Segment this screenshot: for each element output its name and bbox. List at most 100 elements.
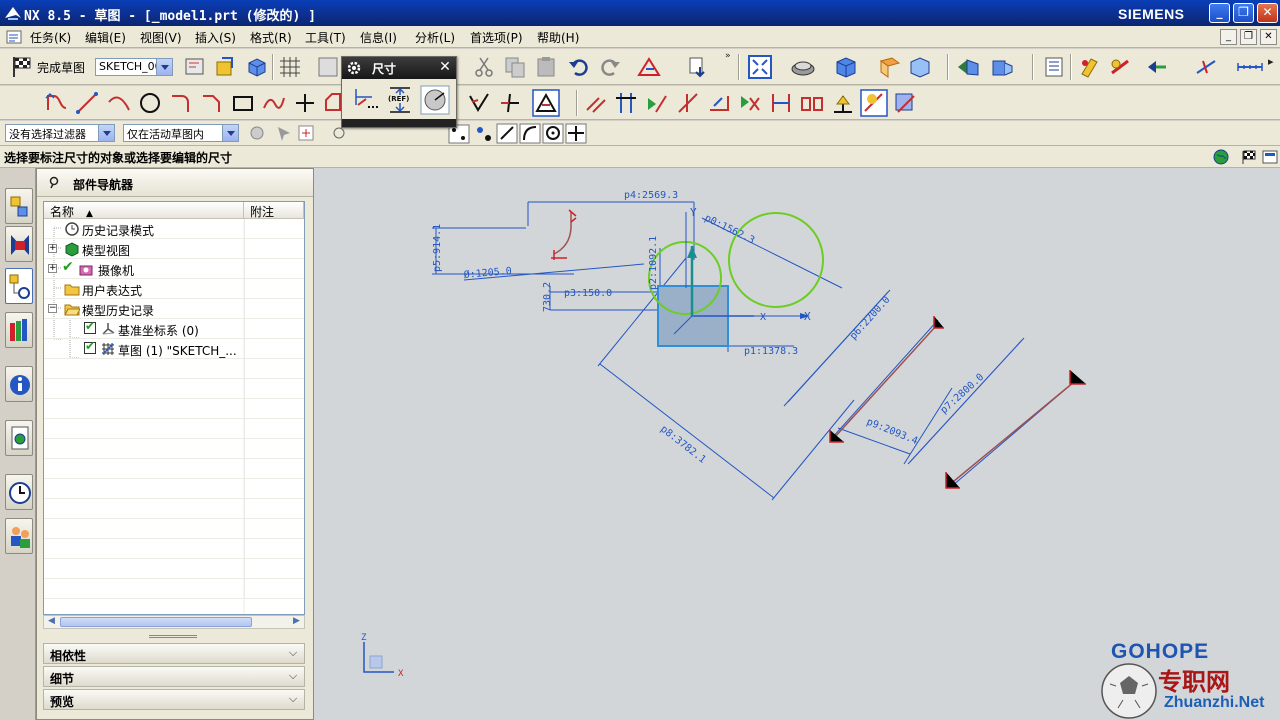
- tree-node-user-expressions[interactable]: 用户表达式: [44, 279, 304, 299]
- menu-analysis[interactable]: 分析(L): [415, 29, 455, 46]
- dimension-line-p4[interactable]: [527, 201, 695, 260]
- radial-dimension-icon[interactable]: [420, 85, 450, 115]
- grid-snap-icon[interactable]: [278, 55, 302, 79]
- sketch-style-icon[interactable]: [316, 55, 340, 79]
- selection-tools-icon[interactable]: [1144, 55, 1172, 79]
- circle-icon[interactable]: [137, 90, 163, 116]
- point-icon[interactable]: [292, 90, 318, 116]
- chevron-down-icon[interactable]: ⌵: [285, 669, 301, 684]
- history-tab[interactable]: [5, 474, 33, 510]
- tree-node-history-mode[interactable]: 历史记录模式: [44, 219, 304, 239]
- line-icon[interactable]: [74, 90, 100, 116]
- alternate-solution-icon[interactable]: [830, 90, 856, 116]
- vertical-constraint-icon[interactable]: [613, 90, 639, 116]
- dimension-line-p7[interactable]: [907, 337, 1075, 487]
- sketch-name-dropdown[interactable]: SKETCH_000: [95, 58, 173, 76]
- reattach-icon[interactable]: [214, 55, 238, 79]
- measure-icon[interactable]: [1108, 55, 1134, 79]
- assembly-navigator-tab[interactable]: [5, 188, 33, 224]
- reference-dimension-button[interactable]: (REF): [386, 85, 414, 115]
- visibility-checkbox[interactable]: ✔: [84, 339, 96, 354]
- dimension-label-p0[interactable]: p0:1562.3: [703, 213, 757, 247]
- orient-view-icon[interactable]: [183, 55, 207, 79]
- graphics-window[interactable]: p4:2569.3 p0:1562.3 p5:914.1 p3:150.0 p1…: [314, 168, 1280, 720]
- globe-icon[interactable]: [1212, 149, 1230, 165]
- wcs-icon[interactable]: [908, 55, 936, 79]
- menu-help[interactable]: 帮助(H): [537, 29, 579, 46]
- tree-node-model-history[interactable]: − 模型历史记录: [44, 299, 304, 319]
- menu-insert[interactable]: 插入(S): [195, 29, 236, 46]
- tree-node-datum-csys[interactable]: ✔ 基准坐标系 (0): [44, 319, 304, 339]
- sketch-circle-large[interactable]: [728, 212, 824, 308]
- checkered-flag-icon[interactable]: [1240, 149, 1258, 165]
- dimension-label-diameter[interactable]: Ø:1205.0: [463, 265, 512, 281]
- sketch-canvas[interactable]: p4:2569.3 p0:1562.3 p5:914.1 p3:150.0 p1…: [314, 168, 1280, 720]
- dimension-line-p9[interactable]: [837, 387, 953, 465]
- menu-preferences[interactable]: 首选项(P): [470, 29, 523, 46]
- quick-trim-icon[interactable]: [466, 90, 492, 116]
- close-button[interactable]: ✕: [1257, 3, 1278, 23]
- menu-edit[interactable]: 编辑(E): [85, 29, 126, 46]
- sketch-line-p7[interactable]: [947, 381, 1075, 487]
- reuse-library-tab[interactable]: [5, 312, 33, 348]
- show-constraints-icon[interactable]: [644, 90, 670, 116]
- auto-dimension-icon[interactable]: [706, 90, 732, 116]
- web-browser-tab[interactable]: [5, 420, 33, 456]
- snap-line-icon[interactable]: [496, 123, 518, 144]
- dimension-dialog-header[interactable]: 尺寸 ✕: [342, 57, 456, 79]
- animate-dimension-icon[interactable]: [768, 90, 794, 116]
- part-navigator-tab[interactable]: [5, 268, 33, 304]
- menu-view[interactable]: 视图(V): [140, 29, 182, 46]
- tree-node-sketch[interactable]: ✔ 草图 (1) "SKETCH_...: [44, 339, 304, 359]
- layer-settings-icon[interactable]: [990, 55, 1018, 79]
- general-selection-filter-icon[interactable]: [248, 124, 266, 142]
- task-icon[interactable]: [6, 29, 24, 45]
- toolbar-overflow-icon[interactable]: ▸: [1268, 55, 1274, 68]
- sketch-arc-curve[interactable]: [553, 212, 572, 255]
- snap-midpoint-icon[interactable]: [474, 124, 494, 144]
- select-all-icon[interactable]: [275, 124, 293, 142]
- ruler-dimension-icon[interactable]: [1236, 55, 1264, 79]
- undo-icon[interactable]: [567, 55, 591, 79]
- dimension-label-p5[interactable]: p5:914.1: [432, 224, 443, 272]
- maximize-button[interactable]: ❐: [1233, 3, 1254, 23]
- chevron-down-icon[interactable]: ⌵: [285, 646, 301, 661]
- parallel-constraint-icon[interactable]: [583, 90, 609, 116]
- rectangle-icon[interactable]: [230, 90, 256, 116]
- tree-node-model-views[interactable]: + 模型视图: [44, 239, 304, 259]
- pin-icon[interactable]: [47, 176, 61, 190]
- background-icon[interactable]: [878, 55, 902, 79]
- relations-browser-icon[interactable]: [892, 90, 922, 116]
- expand-plus-icon[interactable]: +: [48, 244, 57, 253]
- visibility-checkbox[interactable]: ✔: [84, 319, 96, 334]
- inferred-dimension-icon[interactable]: [352, 85, 380, 115]
- angle-constraint-icon[interactable]: [636, 55, 666, 79]
- chevron-down-icon[interactable]: ⌵: [285, 692, 301, 707]
- preview-section[interactable]: 预览 ⌵: [43, 689, 305, 710]
- dimension-label-p6[interactable]: p6:2200.0: [848, 294, 892, 342]
- dimension-label-p8[interactable]: p8:3782.1: [658, 424, 707, 466]
- update-model-icon[interactable]: [245, 55, 269, 79]
- tree-node-cameras[interactable]: + ✔ 摄像机: [44, 259, 304, 279]
- section-view-icon[interactable]: [955, 55, 983, 79]
- gear-icon[interactable]: [347, 61, 361, 75]
- offset-curve-icon[interactable]: [322, 90, 342, 116]
- snap-curve-icon[interactable]: [519, 123, 541, 144]
- redo-icon[interactable]: [598, 55, 622, 79]
- scroll-right-icon[interactable]: ▶: [290, 616, 303, 628]
- snap-arc-center-icon[interactable]: [542, 123, 564, 144]
- mdi-close-button[interactable]: ✕: [1260, 29, 1277, 45]
- move-object-icon[interactable]: [1077, 55, 1103, 79]
- dimension-dialog-close-icon[interactable]: ✕: [436, 59, 454, 76]
- type-filter-dropdown[interactable]: 没有选择过滤器: [5, 124, 115, 142]
- quick-extend-icon[interactable]: [497, 90, 523, 116]
- finish-sketch-label[interactable]: 完成草图: [37, 59, 85, 76]
- arc-icon[interactable]: [106, 90, 132, 116]
- mdi-minimize-button[interactable]: _: [1220, 29, 1237, 45]
- studio-spline-icon[interactable]: [261, 90, 287, 116]
- remove-constraints-icon[interactable]: [737, 90, 763, 116]
- menu-format[interactable]: 格式(R): [250, 29, 292, 46]
- horizontal-scrollbar[interactable]: ◀ ▶: [43, 615, 305, 629]
- orient-view-cube-icon[interactable]: [833, 55, 859, 79]
- menu-task[interactable]: 任务(K): [30, 29, 71, 46]
